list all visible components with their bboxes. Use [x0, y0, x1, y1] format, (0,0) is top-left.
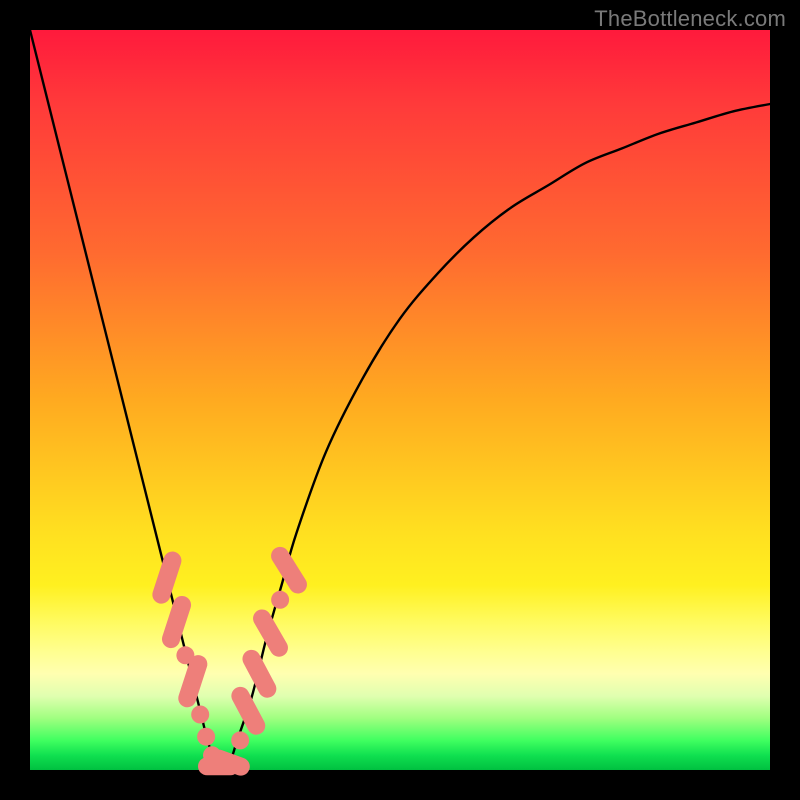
bottleneck-curve [30, 30, 770, 770]
curve-marker [231, 731, 249, 749]
curve-markers [150, 543, 310, 778]
chart-frame: TheBottleneck.com [0, 0, 800, 800]
curve-marker [268, 543, 311, 596]
plot-area [30, 30, 770, 770]
curve-marker [197, 728, 215, 746]
curve-marker [191, 706, 209, 724]
chart-svg [30, 30, 770, 770]
watermark-text: TheBottleneck.com [594, 6, 786, 32]
curve-marker [271, 591, 289, 609]
